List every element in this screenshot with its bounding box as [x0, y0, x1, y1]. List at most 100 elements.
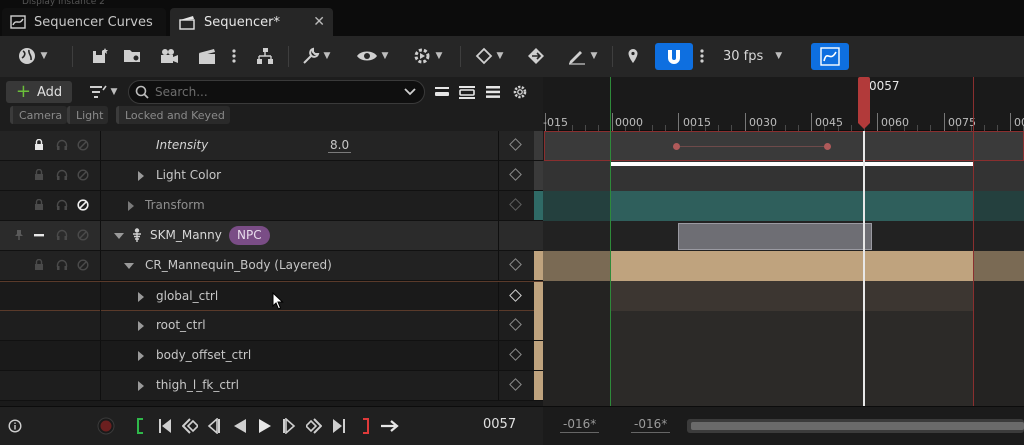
find-asset-button[interactable] — [122, 44, 144, 68]
settings-button[interactable] — [511, 81, 529, 103]
collapse-arrow-icon[interactable] — [114, 233, 124, 239]
tag-badge-npc[interactable]: NPC — [229, 226, 270, 245]
animation-section[interactable] — [678, 223, 872, 250]
hierarchy-button[interactable] — [254, 44, 276, 68]
add-track-button[interactable]: + Add — [6, 81, 72, 103]
render-movie-button[interactable] — [196, 44, 218, 68]
track-row-intensity[interactable]: Intensity 8.0 + — [0, 131, 543, 161]
search-input[interactable] — [155, 85, 395, 99]
expand-arrow-icon[interactable] — [138, 292, 144, 302]
disable-icon[interactable] — [77, 229, 89, 241]
track-row-light-color[interactable]: Light Color + — [0, 161, 543, 191]
pin-icon[interactable] — [14, 229, 24, 241]
tab-sequencer-curves[interactable]: Sequencer Curves — [2, 8, 166, 36]
frame-rate-dropdown[interactable]: 30 fps ▼ — [723, 44, 782, 68]
add-key-diamond-icon[interactable] — [509, 258, 522, 271]
headphones-icon[interactable] — [56, 229, 68, 241]
collapse-arrow-icon[interactable] — [124, 263, 134, 269]
headphones-icon[interactable] — [56, 139, 68, 151]
chevron-down-icon[interactable] — [404, 88, 416, 96]
lock-icon[interactable] — [34, 199, 44, 211]
add-key-diamond-icon[interactable] — [509, 168, 522, 181]
playback-end-marker[interactable] — [973, 77, 974, 406]
auto-key-button[interactable] — [524, 44, 548, 68]
tools-dropdown[interactable]: ▼ — [296, 44, 336, 68]
expand-arrow-icon[interactable] — [128, 201, 134, 211]
jump-to-start-icon[interactable] — [158, 418, 172, 434]
track-lane-control-rig[interactable] — [543, 251, 1024, 281]
next-key-icon[interactable] — [306, 418, 322, 434]
timeline-panel[interactable]: -015 0000 0015 0030 0045 0060 0075 00 00… — [543, 77, 1024, 406]
set-start-bracket-icon[interactable] — [136, 418, 144, 434]
set-end-bracket-icon[interactable] — [362, 418, 370, 434]
add-key-diamond-icon[interactable] — [509, 378, 522, 391]
headphones-icon[interactable] — [56, 199, 68, 211]
track-search-box[interactable] — [128, 80, 425, 104]
marker-button[interactable] — [624, 44, 642, 68]
play-forward-icon[interactable] — [258, 418, 272, 434]
loop-mode-icon[interactable] — [380, 419, 400, 433]
view-range-end-field[interactable]: -016* — [631, 417, 671, 433]
add-key-diamond-icon[interactable] — [509, 348, 522, 361]
play-reverse-icon[interactable] — [233, 418, 247, 434]
intensity-value-field[interactable]: 8.0 — [328, 138, 352, 153]
disable-icon[interactable] — [77, 139, 89, 151]
filter-dropdown[interactable]: ▼ — [84, 81, 122, 103]
add-key-diamond-icon[interactable] — [509, 138, 522, 151]
track-row-thigh-l-fk-ctrl[interactable]: thigh_l_fk_ctrl — [0, 371, 543, 401]
lock-icon[interactable] — [34, 169, 44, 181]
snap-options-button[interactable] — [698, 44, 706, 68]
view-options-dropdown[interactable]: ▼ — [350, 44, 394, 68]
snap-toggle-button[interactable] — [655, 43, 693, 70]
view-range-start-field[interactable]: -016* — [560, 417, 600, 433]
previous-key-icon[interactable] — [182, 418, 198, 434]
playback-options-dropdown[interactable]: ▼ — [406, 44, 448, 68]
info-icon[interactable] — [8, 419, 22, 433]
disable-icon[interactable] — [77, 259, 89, 271]
expand-arrow-icon[interactable] — [138, 171, 144, 181]
keyframe-dot[interactable] — [673, 143, 680, 150]
playhead-handle[interactable] — [858, 77, 870, 123]
expand-arrow-icon[interactable] — [138, 381, 144, 391]
tab-sequencer[interactable]: Sequencer* ✕ — [170, 8, 333, 36]
keyframe-dot[interactable] — [824, 143, 831, 150]
track-row-control-rig[interactable]: CR_Mannequin_Body (Layered) + — [0, 251, 543, 281]
track-lane-transform[interactable] — [543, 191, 1024, 221]
track-row-skm-manny[interactable]: SKM_Manny NPC + — [0, 221, 543, 251]
collapse-all-button[interactable] — [434, 81, 450, 103]
save-sequence-button[interactable] — [90, 44, 110, 68]
track-lane-lower[interactable] — [543, 311, 1024, 406]
track-row-global-ctrl[interactable]: global_ctrl — [0, 281, 543, 311]
timeline-scrollbar[interactable] — [687, 419, 1024, 433]
expand-arrow-icon[interactable] — [138, 321, 144, 331]
step-forward-icon[interactable] — [282, 418, 296, 434]
expand-all-button[interactable] — [485, 81, 501, 103]
lock-icon[interactable] — [34, 259, 44, 271]
headphones-icon[interactable] — [56, 259, 68, 271]
step-back-icon[interactable] — [207, 418, 221, 434]
track-row-root-ctrl[interactable]: root_ctrl — [0, 311, 543, 341]
track-row-body-offset-ctrl[interactable]: body_offset_ctrl — [0, 341, 543, 371]
edit-mode-dropdown[interactable]: ▼ — [562, 44, 602, 68]
add-key-diamond-icon[interactable] — [509, 289, 522, 302]
more-options-button[interactable] — [230, 44, 238, 68]
filter-chip-light[interactable]: Light — [67, 106, 109, 124]
disable-icon-active[interactable] — [77, 199, 89, 211]
disable-icon[interactable] — [77, 169, 89, 181]
track-lane-global-ctrl[interactable] — [543, 281, 1024, 311]
expand-selected-button[interactable] — [458, 81, 476, 103]
lock-icon[interactable] — [34, 139, 44, 151]
headphones-icon[interactable] — [56, 169, 68, 181]
curve-editor-button[interactable] — [811, 43, 849, 70]
add-key-diamond-icon[interactable] — [509, 318, 522, 331]
add-key-diamond-icon[interactable] — [509, 198, 522, 211]
close-tab-icon[interactable]: ✕ — [313, 14, 325, 30]
current-frame-field[interactable]: 0057 — [483, 417, 516, 432]
playback-start-marker[interactable] — [610, 77, 611, 406]
time-ruler[interactable]: -015 0000 0015 0030 0045 0060 0075 00 00… — [543, 77, 1024, 131]
filter-chip-camera[interactable]: Camera — [10, 106, 68, 124]
scrollbar-thumb[interactable] — [691, 422, 1024, 430]
key-options-dropdown[interactable]: ▼ — [470, 44, 508, 68]
filter-chip-locked-and-keyed[interactable]: Locked and Keyed — [116, 106, 230, 124]
jump-to-end-icon[interactable] — [332, 418, 346, 434]
